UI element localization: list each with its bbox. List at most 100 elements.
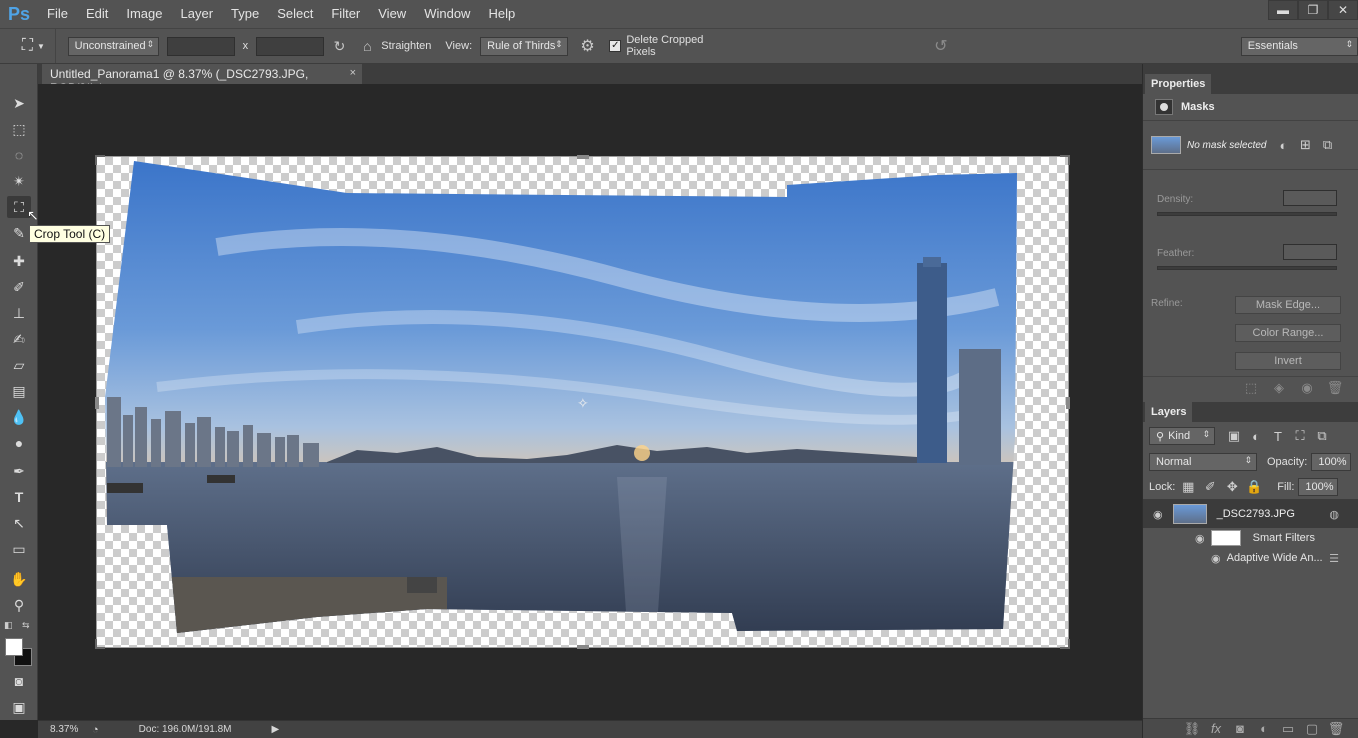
filter-type-icon[interactable]: T xyxy=(1267,425,1289,447)
crop-handle-top-right[interactable] xyxy=(1060,155,1070,165)
menu-select[interactable]: Select xyxy=(268,0,322,28)
crop-handle-bottom-right[interactable] xyxy=(1060,639,1070,649)
magic-wand-tool-icon[interactable]: ✴ xyxy=(7,170,31,192)
tab-layers[interactable]: Layers xyxy=(1145,402,1193,422)
visibility-eye-icon[interactable]: ◉ xyxy=(1195,532,1205,545)
healing-brush-tool-icon[interactable]: ✚ xyxy=(7,250,31,272)
lock-position-icon[interactable]: ✥ xyxy=(1221,476,1243,498)
eraser-tool-icon[interactable]: ▱ xyxy=(7,354,31,376)
rectangle-tool-icon[interactable]: ▭ xyxy=(7,538,31,560)
pen-tool-icon[interactable]: ✒ xyxy=(7,460,31,482)
zoom-level[interactable]: 8.37% xyxy=(50,724,88,735)
layer-row[interactable]: ◉ Smart Filters xyxy=(1143,528,1358,548)
blend-mode-select[interactable]: Normal ⇕ xyxy=(1149,453,1257,471)
straighten-icon[interactable]: ⌂ xyxy=(357,36,377,56)
filter-smart-object-icon[interactable]: ⧉ xyxy=(1311,425,1333,447)
straighten-button[interactable]: Straighten xyxy=(381,40,431,52)
cancel-crop-icon[interactable]: ↺ xyxy=(931,36,951,56)
folder-icon[interactable]: ▭ xyxy=(1279,718,1297,738)
smart-filters-label[interactable]: Smart Filters xyxy=(1253,532,1315,544)
menu-layer[interactable]: Layer xyxy=(172,0,223,28)
gear-icon[interactable]: ⚙ xyxy=(578,36,598,56)
delete-mask-icon[interactable]: 🗑 xyxy=(1324,377,1346,399)
crop-handle-left[interactable] xyxy=(95,397,99,409)
document-tab[interactable]: Untitled_Panorama1 @ 8.37% (_DSC2793.JPG… xyxy=(42,64,362,95)
feather-slider[interactable] xyxy=(1157,266,1337,270)
trash-icon[interactable]: 🗑 xyxy=(1327,718,1345,738)
clone-stamp-tool-icon[interactable]: ⊥ xyxy=(7,302,31,324)
marquee-tool-icon[interactable]: ⬚ xyxy=(7,118,31,140)
eyedropper-tool-icon[interactable]: ✎ xyxy=(7,222,31,244)
crop-handle-right[interactable] xyxy=(1066,397,1070,409)
visibility-eye-icon[interactable]: ◉ xyxy=(1153,508,1163,521)
gradient-tool-icon[interactable]: ▤ xyxy=(7,380,31,402)
restore-button[interactable]: ❐ xyxy=(1298,0,1328,20)
add-mask-icon[interactable]: ◙ xyxy=(1231,718,1249,738)
crop-handle-top-left[interactable] xyxy=(95,155,105,165)
move-tool-icon[interactable]: ➤ xyxy=(7,92,31,114)
lock-image-icon[interactable]: ✐ xyxy=(1199,476,1221,498)
mask-edge-button[interactable]: Mask Edge... xyxy=(1235,296,1341,314)
lock-transparent-icon[interactable]: ▦ xyxy=(1177,476,1199,498)
density-slider[interactable] xyxy=(1157,212,1337,216)
dodge-tool-icon[interactable]: ● xyxy=(7,432,31,454)
lock-all-icon[interactable]: 🔒 xyxy=(1243,476,1265,498)
layer-row[interactable]: ◉ _DSC2793.JPG ◍ xyxy=(1143,500,1358,528)
foreground-color-swatch[interactable] xyxy=(5,638,23,656)
adjustment-layer-icon[interactable]: ◐ xyxy=(1255,718,1273,738)
fill-input[interactable]: 100% xyxy=(1298,477,1339,496)
menu-help[interactable]: Help xyxy=(479,0,524,28)
filter-name[interactable]: Adaptive Wide An... xyxy=(1227,552,1323,564)
disable-mask-icon[interactable]: ◉ xyxy=(1296,377,1318,399)
type-tool-icon[interactable]: T xyxy=(7,486,31,508)
canvas-area[interactable]: ✧ xyxy=(38,84,1142,720)
color-range-button[interactable]: Color Range... xyxy=(1235,324,1341,342)
crop-handle-top[interactable] xyxy=(577,155,589,159)
lasso-tool-icon[interactable]: ◌ xyxy=(7,144,31,166)
zoom-tool-icon[interactable]: ⚲ xyxy=(7,594,31,616)
layer-filter-select[interactable]: ⚲ Kind ⇕ xyxy=(1149,427,1215,445)
tab-properties[interactable]: Properties xyxy=(1145,74,1212,94)
filter-options-icon[interactable]: ☰ xyxy=(1329,552,1339,565)
blur-tool-icon[interactable]: 💧 xyxy=(7,406,31,428)
layer-row[interactable]: ◉ Adaptive Wide An... ☰ xyxy=(1143,548,1358,568)
filter-adjustment-icon[interactable]: ◐ xyxy=(1245,425,1267,447)
add-vector-mask-icon[interactable]: ⧉ xyxy=(1316,134,1338,156)
path-selection-tool-icon[interactable]: ↖ xyxy=(7,512,31,534)
apply-mask-icon[interactable]: ◈ xyxy=(1268,377,1290,399)
crop-handle-bottom[interactable] xyxy=(577,645,589,649)
screen-mode-icon[interactable]: ▣ xyxy=(7,696,31,718)
layer-name[interactable]: _DSC2793.JPG xyxy=(1217,508,1295,520)
ratio-select[interactable]: Unconstrained ⇕ xyxy=(67,36,160,56)
opacity-input[interactable]: 100% xyxy=(1311,453,1352,471)
width-input[interactable] xyxy=(167,36,235,56)
menu-filter[interactable]: Filter xyxy=(322,0,369,28)
play-icon[interactable]: ▶ xyxy=(271,724,279,735)
brush-tool-icon[interactable]: ✐ xyxy=(7,276,31,298)
menu-type[interactable]: Type xyxy=(222,0,268,28)
invert-button[interactable]: Invert xyxy=(1235,352,1341,370)
swap-colors-icon[interactable]: ⇆ xyxy=(22,620,30,631)
close-document-icon[interactable]: × xyxy=(350,67,356,79)
hand-tool-icon[interactable]: ✋ xyxy=(7,568,31,590)
filter-shape-icon[interactable]: ⛶ xyxy=(1289,425,1311,447)
link-icon[interactable]: ⛓ xyxy=(1183,718,1201,738)
minimize-button[interactable]: ▬ xyxy=(1268,0,1298,20)
swap-icon[interactable]: ↻ xyxy=(330,36,350,56)
close-button[interactable]: ✕ xyxy=(1328,0,1358,20)
menu-file[interactable]: File xyxy=(38,0,77,28)
document-canvas[interactable]: ✧ xyxy=(95,155,1070,649)
height-input[interactable] xyxy=(256,36,324,56)
delete-cropped-checkbox[interactable]: ✓ xyxy=(609,40,622,52)
load-selection-icon[interactable]: ⬚ xyxy=(1240,377,1262,399)
fx-icon[interactable]: fx xyxy=(1207,718,1225,738)
menu-view[interactable]: View xyxy=(369,0,415,28)
select-pixel-mask-icon[interactable]: ◐ xyxy=(1272,134,1294,156)
add-pixel-mask-icon[interactable]: ⊞ xyxy=(1294,134,1316,156)
tool-preset-picker[interactable]: ⛶ ▼ xyxy=(12,29,56,63)
crop-center-icon[interactable]: ✧ xyxy=(577,395,589,412)
menu-image[interactable]: Image xyxy=(117,0,171,28)
workspace-select[interactable]: Essentials ⇕ xyxy=(1240,36,1358,56)
history-brush-tool-icon[interactable]: ✍ xyxy=(7,328,31,350)
menu-edit[interactable]: Edit xyxy=(77,0,117,28)
